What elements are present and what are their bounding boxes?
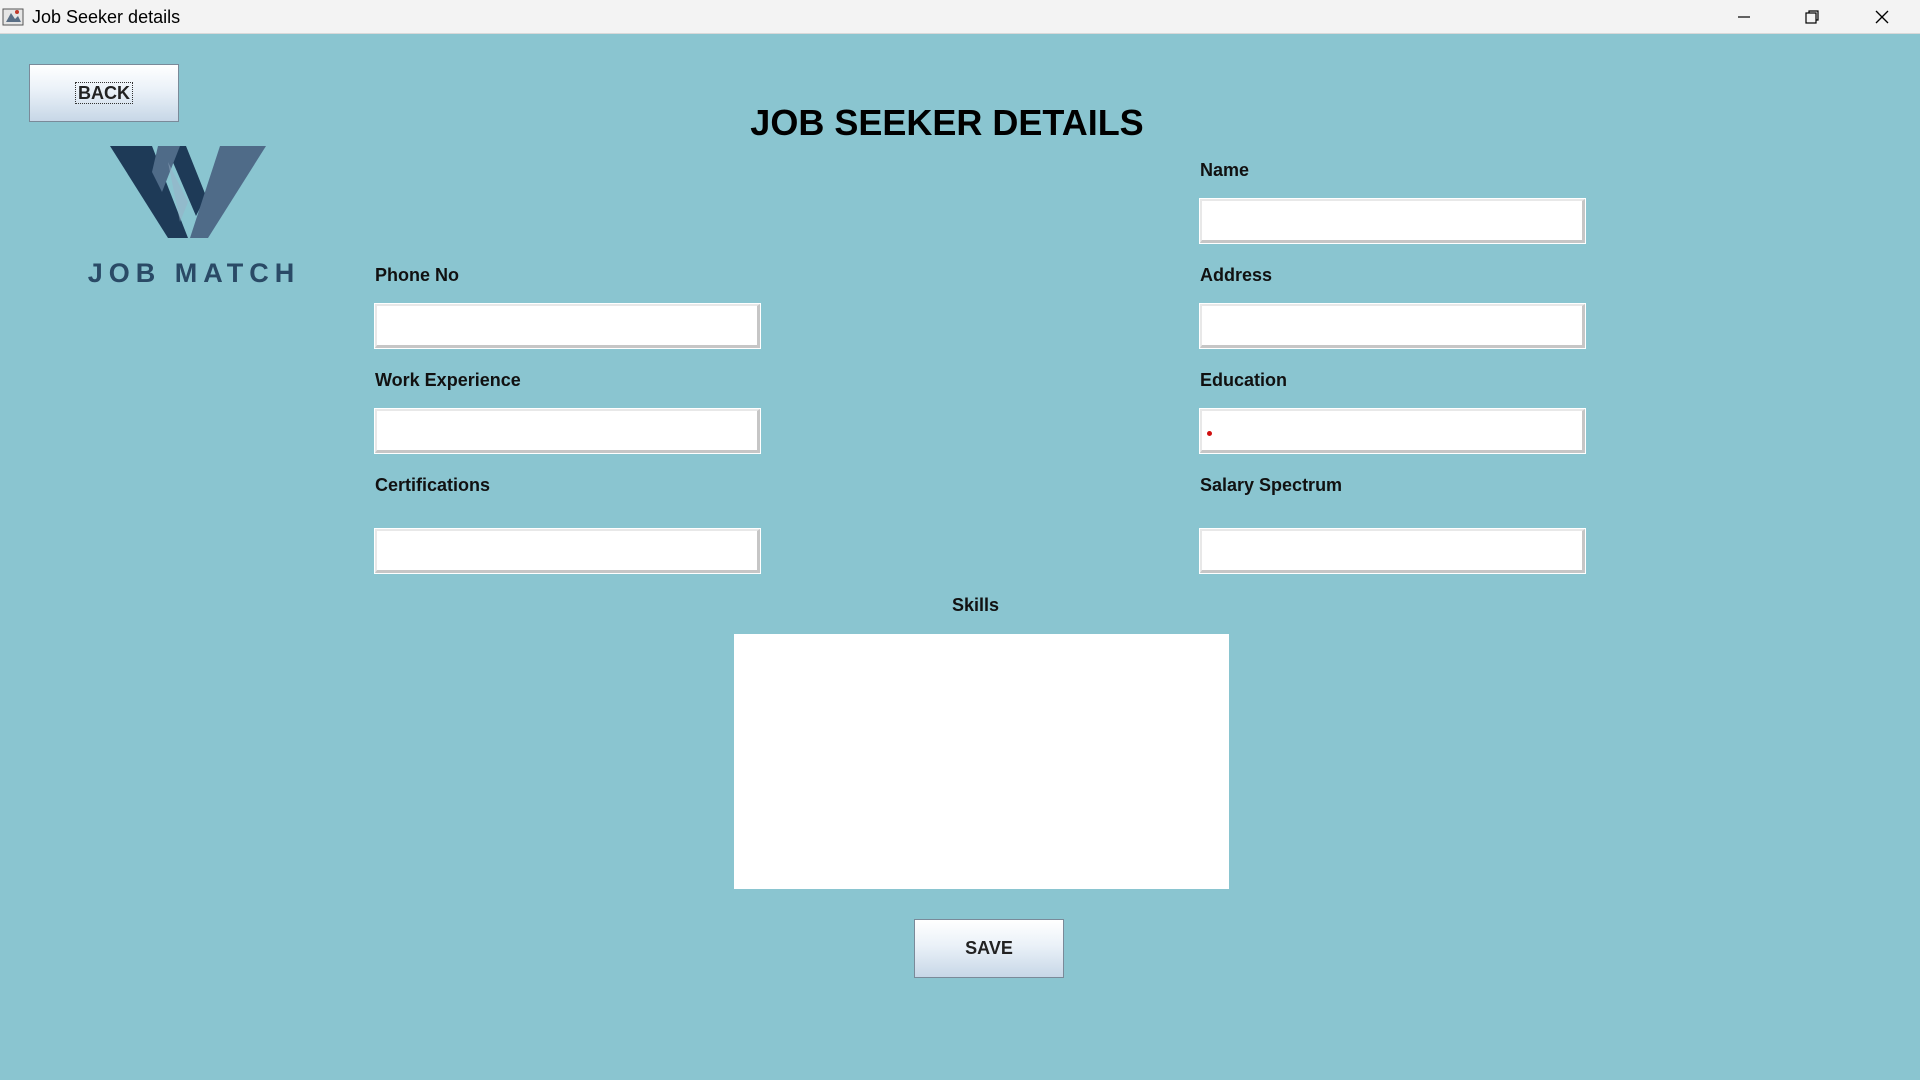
minimize-button[interactable] — [1710, 0, 1778, 34]
minimize-icon — [1738, 16, 1750, 18]
phone-field[interactable] — [374, 303, 761, 349]
skills-textarea[interactable] — [734, 634, 1229, 889]
skills-label: Skills — [952, 595, 1000, 615]
close-icon — [1875, 10, 1889, 24]
save-button-label: SAVE — [965, 938, 1013, 958]
education-label: Education — [1200, 370, 1288, 390]
address-field[interactable] — [1199, 303, 1586, 349]
name-field[interactable] — [1199, 198, 1586, 244]
job-match-logo: JOB MATCH — [78, 142, 310, 292]
work-experience-field[interactable] — [374, 408, 761, 454]
certifications-label: Certifications — [375, 475, 491, 495]
back-button[interactable]: BACK — [29, 64, 179, 122]
title-bar: Job Seeker details — [0, 0, 1920, 34]
w-logo-icon — [110, 146, 266, 238]
restore-button[interactable] — [1778, 0, 1846, 34]
window-title: Job Seeker details — [32, 7, 181, 27]
restore-icon — [1805, 10, 1819, 24]
back-button-label: BACK — [75, 82, 133, 104]
close-button[interactable] — [1848, 0, 1916, 34]
work-experience-label: Work Experience — [375, 370, 521, 390]
address-label: Address — [1200, 265, 1273, 285]
certifications-field[interactable] — [374, 528, 761, 574]
education-field[interactable] — [1199, 408, 1586, 454]
salary-spectrum-field[interactable] — [1199, 528, 1586, 574]
logo-text: JOB MATCH — [87, 258, 301, 288]
salary-spectrum-label: Salary Spectrum — [1200, 475, 1343, 495]
name-label: Name — [1200, 160, 1250, 180]
page-title: JOB SEEKER DETAILS — [750, 102, 1144, 143]
text-caret — [1207, 431, 1212, 436]
phone-label: Phone No — [375, 265, 459, 285]
save-button[interactable]: SAVE — [914, 919, 1064, 978]
java-app-icon — [2, 8, 24, 26]
